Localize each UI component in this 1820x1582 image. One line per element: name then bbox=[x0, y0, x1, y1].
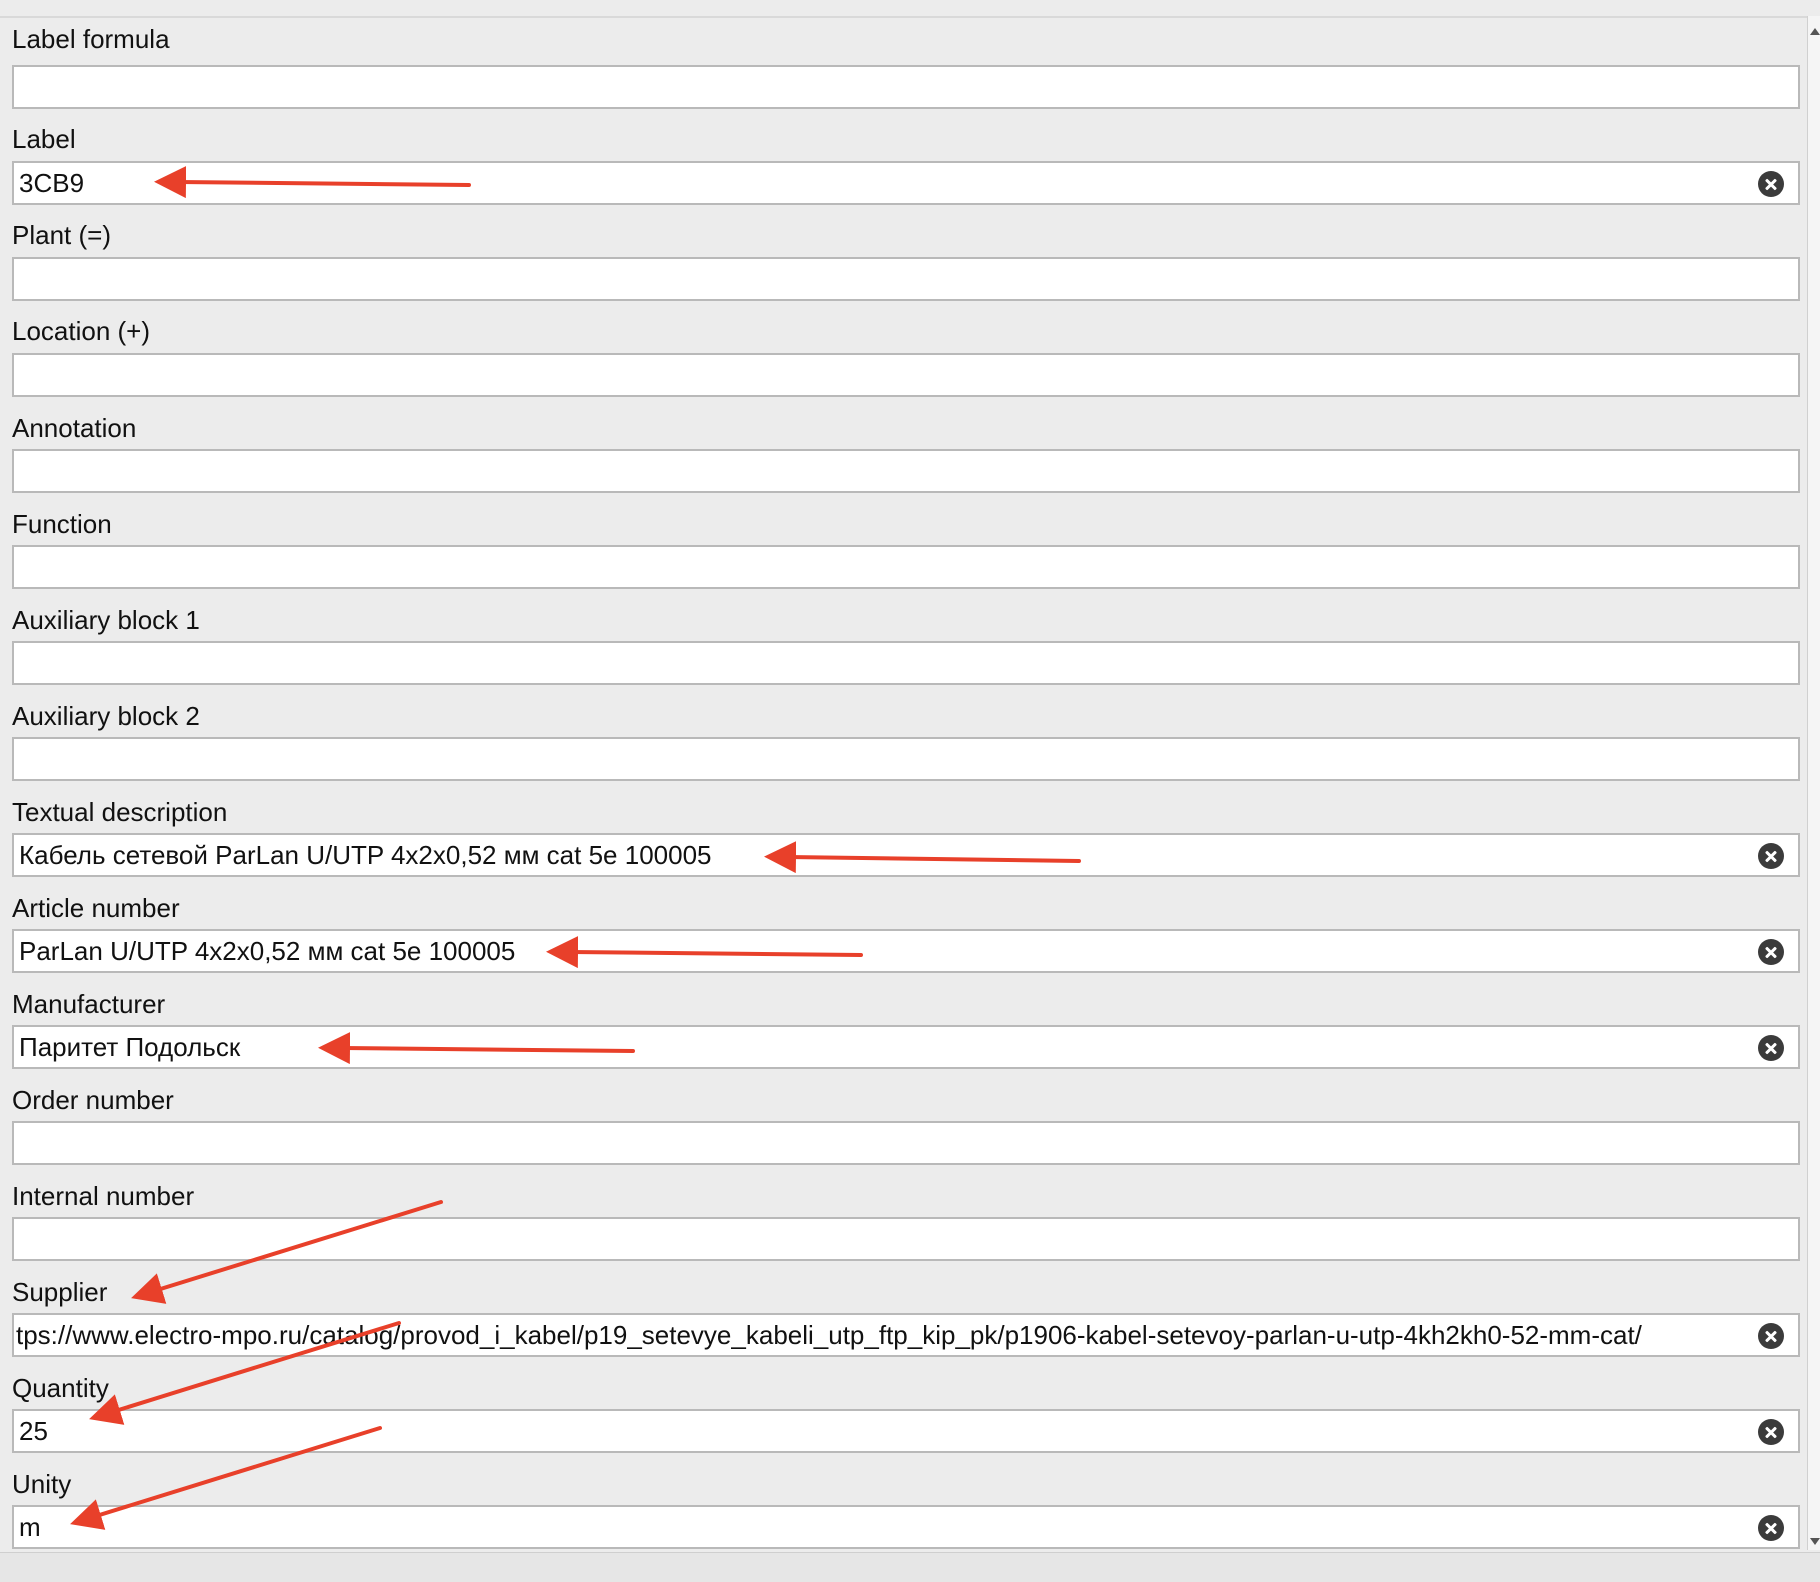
annotation-label: Annotation bbox=[12, 413, 137, 443]
bottom-bar bbox=[0, 1552, 1820, 1582]
clear-icon[interactable] bbox=[1758, 1515, 1784, 1541]
clear-icon[interactable] bbox=[1758, 843, 1784, 869]
clear-icon[interactable] bbox=[1758, 1035, 1784, 1061]
clear-icon[interactable] bbox=[1758, 1323, 1784, 1349]
properties-panel: Label formula Label 3CB9 Plant (=) Locat… bbox=[0, 0, 1820, 1582]
supplier-input[interactable]: tps://www.electro-mpo.ru/catalog/provod_… bbox=[12, 1313, 1800, 1357]
article-number-value: ParLan U/UTP 4x2x0,52 мм cat 5e 100005 bbox=[19, 936, 516, 966]
location-input[interactable] bbox=[12, 353, 1800, 397]
unity-input[interactable]: m bbox=[12, 1505, 1800, 1549]
top-divider bbox=[0, 16, 1807, 18]
annotation-input[interactable] bbox=[12, 449, 1800, 493]
unity-value: m bbox=[19, 1512, 41, 1542]
quantity-label: Quantity bbox=[12, 1373, 109, 1403]
location-label: Location (+) bbox=[12, 316, 151, 346]
auxiliary-block-1-input[interactable] bbox=[12, 641, 1800, 685]
manufacturer-label: Manufacturer bbox=[12, 989, 166, 1019]
label-formula-input[interactable] bbox=[12, 65, 1800, 109]
function-label: Function bbox=[12, 509, 112, 539]
internal-number-input[interactable] bbox=[12, 1217, 1800, 1261]
clear-icon[interactable] bbox=[1758, 171, 1784, 197]
scroll-down-arrow-icon[interactable] bbox=[1810, 1538, 1820, 1545]
manufacturer-input[interactable]: Паритет Подольск bbox=[12, 1025, 1800, 1069]
label-formula-label: Label formula bbox=[12, 24, 170, 54]
plant-input[interactable] bbox=[12, 257, 1800, 301]
supplier-value: tps://www.electro-mpo.ru/catalog/provod_… bbox=[16, 1320, 1642, 1350]
textual-description-value: Кабель сетевой ParLan U/UTP 4x2x0,52 мм … bbox=[19, 840, 712, 870]
auxiliary-block-2-label: Auxiliary block 2 bbox=[12, 701, 200, 731]
textual-description-input[interactable]: Кабель сетевой ParLan U/UTP 4x2x0,52 мм … bbox=[12, 833, 1800, 877]
clear-icon[interactable] bbox=[1758, 1419, 1784, 1445]
order-number-label: Order number bbox=[12, 1085, 174, 1115]
article-number-input[interactable]: ParLan U/UTP 4x2x0,52 мм cat 5e 100005 bbox=[12, 929, 1800, 973]
function-input[interactable] bbox=[12, 545, 1800, 589]
internal-number-label: Internal number bbox=[12, 1181, 195, 1211]
manufacturer-value: Паритет Подольск bbox=[19, 1032, 241, 1062]
auxiliary-block-2-input[interactable] bbox=[12, 737, 1800, 781]
label-label: Label bbox=[12, 124, 76, 154]
quantity-value: 25 bbox=[19, 1416, 48, 1446]
supplier-label: Supplier bbox=[12, 1277, 108, 1307]
vertical-scrollbar[interactable] bbox=[1807, 16, 1820, 1550]
scroll-up-arrow-icon[interactable] bbox=[1810, 28, 1820, 35]
auxiliary-block-1-label: Auxiliary block 1 bbox=[12, 605, 200, 635]
order-number-input[interactable] bbox=[12, 1121, 1800, 1165]
unity-label: Unity bbox=[12, 1469, 72, 1499]
textual-description-label: Textual description bbox=[12, 797, 228, 827]
plant-label: Plant (=) bbox=[12, 220, 111, 250]
article-number-label: Article number bbox=[12, 893, 180, 923]
clear-icon[interactable] bbox=[1758, 939, 1784, 965]
label-value: 3CB9 bbox=[19, 168, 85, 198]
label-input[interactable]: 3CB9 bbox=[12, 161, 1800, 205]
quantity-input[interactable]: 25 bbox=[12, 1409, 1800, 1453]
